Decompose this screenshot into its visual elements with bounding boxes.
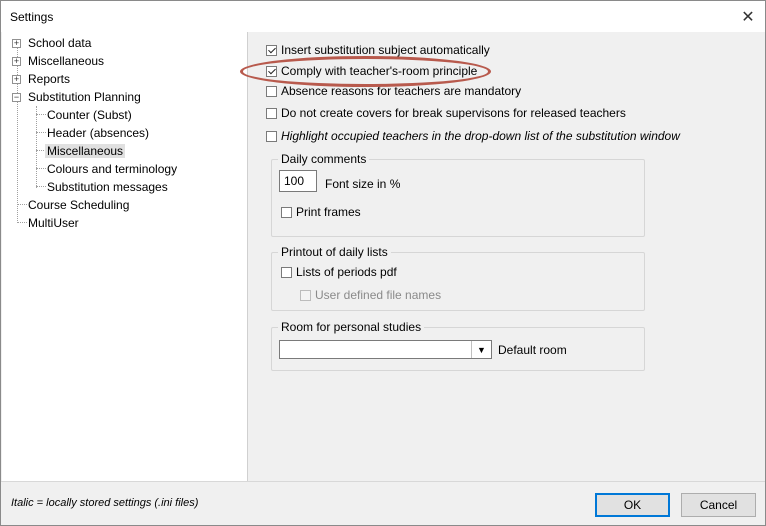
tree-item-label: School data	[28, 36, 92, 50]
footer-note: Italic = locally stored settings (.ini f…	[11, 497, 199, 509]
print-frames-option[interactable]: Print frames	[281, 205, 361, 221]
default-room-label: Default room	[498, 343, 567, 357]
tree-item-label: Reports	[28, 72, 71, 86]
personal-studies-group: Room for personal studies ▼ Default room	[271, 320, 645, 371]
absence-reasons-checkbox[interactable]	[266, 86, 277, 97]
options-panel: Insert substitution subject automaticall…	[249, 32, 765, 481]
expand-icon[interactable]: +	[12, 75, 21, 84]
lists-pdf-label: Lists of periods pdf	[296, 265, 397, 279]
lists-pdf-checkbox[interactable]	[281, 267, 292, 278]
tree-item-course-scheduling[interactable]: Course Scheduling	[28, 196, 129, 214]
no-covers-checkbox[interactable]	[266, 108, 277, 119]
expand-icon[interactable]: +	[12, 39, 21, 48]
ok-button[interactable]: OK	[595, 493, 670, 517]
personal-studies-title: Room for personal studies	[278, 320, 425, 334]
insert-subject-label: Insert substitution subject automaticall…	[281, 43, 490, 57]
tree-item-label: Substitution Planning	[28, 90, 141, 104]
lists-pdf-option[interactable]: Lists of periods pdf	[281, 265, 397, 281]
tree-item-label: Course Scheduling	[28, 198, 130, 212]
default-room-select[interactable]: ▼	[279, 340, 492, 359]
tree-item-multiuser[interactable]: MultiUser	[28, 214, 79, 232]
tree-item-label: Colours and terminology	[47, 162, 178, 176]
dropdown-button[interactable]: ▼	[471, 341, 491, 358]
tree-item-label: Header (absences)	[47, 126, 150, 140]
daily-comments-group: Daily comments 100 Font size in % Print …	[271, 152, 645, 237]
highlight-occupied-checkbox[interactable]	[266, 131, 277, 142]
print-frames-label: Print frames	[296, 205, 361, 219]
highlight-occupied-label: Highlight occupied teachers in the drop-…	[281, 129, 680, 143]
close-icon: ✕	[741, 8, 755, 26]
tree-item-label: Miscellaneous	[28, 54, 105, 68]
tree-item-label: MultiUser	[28, 216, 79, 230]
title-bar: Settings ✕	[1, 1, 765, 32]
printout-group: Printout of daily lists Lists of periods…	[271, 245, 645, 311]
settings-dialog: Settings ✕ + School data + Miscellaneous…	[0, 0, 766, 526]
user-defined-names-option: User defined file names	[300, 288, 441, 304]
user-defined-names-checkbox	[300, 290, 311, 301]
close-button[interactable]: ✕	[731, 1, 765, 32]
dialog-footer: Italic = locally stored settings (.ini f…	[1, 481, 765, 525]
tree-item-label: Miscellaneous	[45, 144, 126, 158]
tree-item-substitution-messages[interactable]: Substitution messages	[47, 178, 168, 196]
user-defined-names-label: User defined file names	[315, 288, 442, 302]
insert-subject-checkbox[interactable]	[266, 45, 277, 56]
chevron-down-icon: ▼	[477, 344, 486, 355]
tree-item-header-absences[interactable]: Header (absences)	[47, 124, 149, 142]
cancel-button[interactable]: Cancel	[681, 493, 756, 517]
tree-item-colours-terminology[interactable]: Colours and terminology	[47, 160, 177, 178]
collapse-icon[interactable]: −	[12, 93, 21, 102]
print-frames-checkbox[interactable]	[281, 207, 292, 218]
font-size-label: Font size in %	[325, 177, 401, 191]
tree-item-counter-subst[interactable]: Counter (Subst)	[47, 106, 132, 124]
tree-item-label: Counter (Subst)	[47, 108, 132, 122]
window-title: Settings	[10, 10, 54, 24]
settings-tree: + School data + Miscellaneous + Reports …	[2, 32, 248, 481]
highlight-occupied-option[interactable]: Highlight occupied teachers in the drop-…	[266, 129, 680, 145]
font-size-input[interactable]: 100	[279, 170, 317, 192]
no-covers-option[interactable]: Do not create covers for break superviso…	[266, 106, 626, 122]
tree-item-label: Substitution messages	[47, 180, 168, 194]
expand-icon[interactable]: +	[12, 57, 21, 66]
no-covers-label: Do not create covers for break superviso…	[281, 106, 626, 120]
daily-comments-title: Daily comments	[278, 152, 370, 166]
tree-item-subst-miscellaneous[interactable]: Miscellaneous	[45, 142, 126, 160]
highlight-ellipse	[240, 56, 491, 87]
printout-title: Printout of daily lists	[278, 245, 391, 259]
